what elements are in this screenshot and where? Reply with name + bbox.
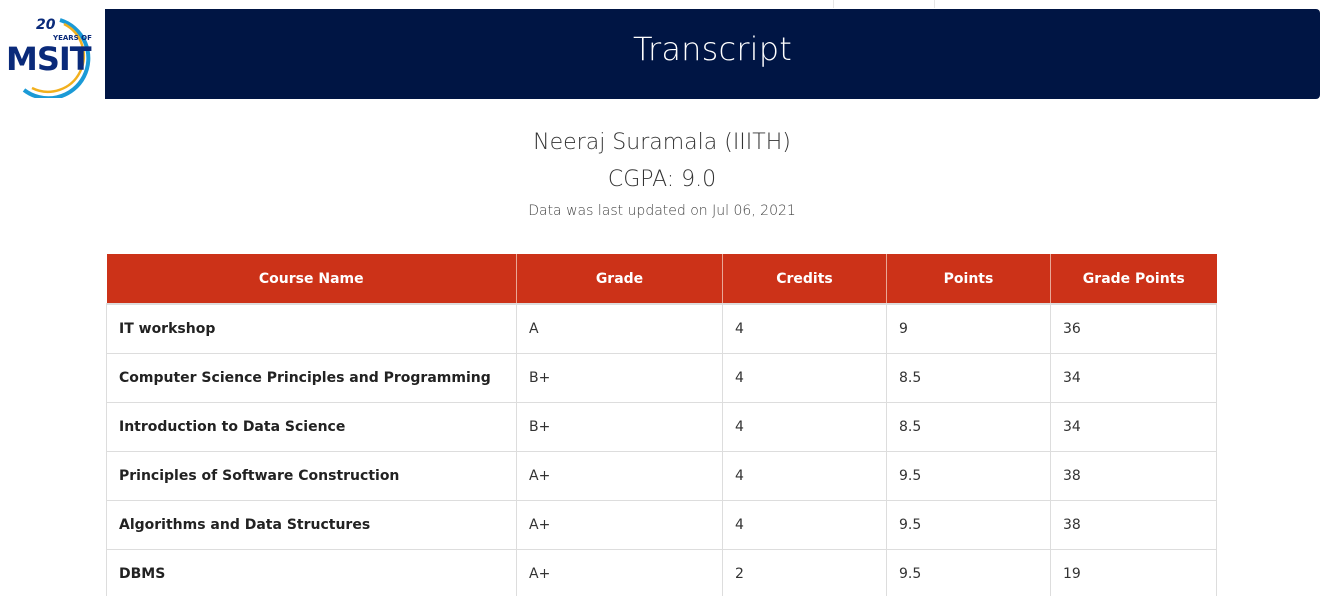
grade-points-cell: 36 bbox=[1050, 303, 1217, 354]
top-divider bbox=[934, 0, 935, 8]
grade-points-cell: 34 bbox=[1050, 353, 1217, 403]
table-header-row: Course Name Grade Credits Points Grade P… bbox=[106, 254, 1217, 305]
grade-points-cell: 34 bbox=[1050, 402, 1217, 452]
column-header-grade: Grade bbox=[516, 254, 723, 305]
table-row: IT workshop A 4 9 36 bbox=[106, 303, 1217, 354]
credits-cell: 4 bbox=[722, 500, 887, 550]
credits-cell: 4 bbox=[722, 451, 887, 501]
table-row: Computer Science Principles and Programm… bbox=[106, 353, 1217, 403]
grade-cell: A+ bbox=[516, 451, 723, 501]
transcript-page: 20 YEARS OF MSIT Transcript Neeraj Suram… bbox=[0, 0, 1324, 596]
grade-cell: A+ bbox=[516, 500, 723, 550]
credits-cell: 4 bbox=[722, 402, 887, 452]
grade-points-cell: 38 bbox=[1050, 451, 1217, 501]
grade-cell: B+ bbox=[516, 402, 723, 452]
points-cell: 8.5 bbox=[886, 402, 1051, 452]
credits-cell: 2 bbox=[722, 549, 887, 596]
table-row: Introduction to Data Science B+ 4 8.5 34 bbox=[106, 402, 1217, 452]
points-cell: 9.5 bbox=[886, 500, 1051, 550]
column-header-points: Points bbox=[886, 254, 1051, 305]
grade-points-cell: 38 bbox=[1050, 500, 1217, 550]
grade-points-cell: 19 bbox=[1050, 549, 1217, 596]
points-cell: 8.5 bbox=[886, 353, 1051, 403]
top-divider bbox=[833, 0, 834, 8]
column-header-grade-points: Grade Points bbox=[1050, 254, 1217, 305]
header-banner: Transcript bbox=[105, 9, 1320, 99]
grade-cell: A bbox=[516, 303, 723, 354]
last-updated-text: Data was last updated on Jul 06, 2021 bbox=[528, 203, 796, 219]
student-name: Neeraj Suramala (IIITH) bbox=[533, 130, 791, 155]
points-cell: 9 bbox=[886, 303, 1051, 354]
grade-cell: A+ bbox=[516, 549, 723, 596]
credits-cell: 4 bbox=[722, 353, 887, 403]
logo-brand: MSIT bbox=[6, 40, 92, 78]
table-row: DBMS A+ 2 9.5 19 bbox=[106, 549, 1217, 596]
points-cell: 9.5 bbox=[886, 451, 1051, 501]
transcript-table: Course Name Grade Credits Points Grade P… bbox=[106, 254, 1217, 596]
course-name-cell: IT workshop bbox=[106, 303, 517, 354]
points-cell: 9.5 bbox=[886, 549, 1051, 596]
transcript-table-container: Course Name Grade Credits Points Grade P… bbox=[106, 254, 1217, 596]
course-name-cell: Principles of Software Construction bbox=[106, 451, 517, 501]
table-row: Algorithms and Data Structures A+ 4 9.5 … bbox=[106, 500, 1217, 550]
course-name-cell: Algorithms and Data Structures bbox=[106, 500, 517, 550]
logo-anniversary-number: 20 bbox=[36, 17, 56, 33]
course-name-cell: Introduction to Data Science bbox=[106, 402, 517, 452]
student-cgpa: CGPA: 9.0 bbox=[607, 167, 717, 192]
table-row: Principles of Software Construction A+ 4… bbox=[106, 451, 1217, 501]
page-title: Transcript bbox=[632, 30, 793, 68]
course-name-cell: Computer Science Principles and Programm… bbox=[106, 353, 517, 403]
column-header-course-name: Course Name bbox=[106, 254, 517, 305]
grade-cell: B+ bbox=[516, 353, 723, 403]
credits-cell: 4 bbox=[722, 303, 887, 354]
msit-logo[interactable]: 20 YEARS OF MSIT bbox=[2, 12, 102, 98]
column-header-credits: Credits bbox=[722, 254, 887, 305]
course-name-cell: DBMS bbox=[106, 549, 517, 596]
